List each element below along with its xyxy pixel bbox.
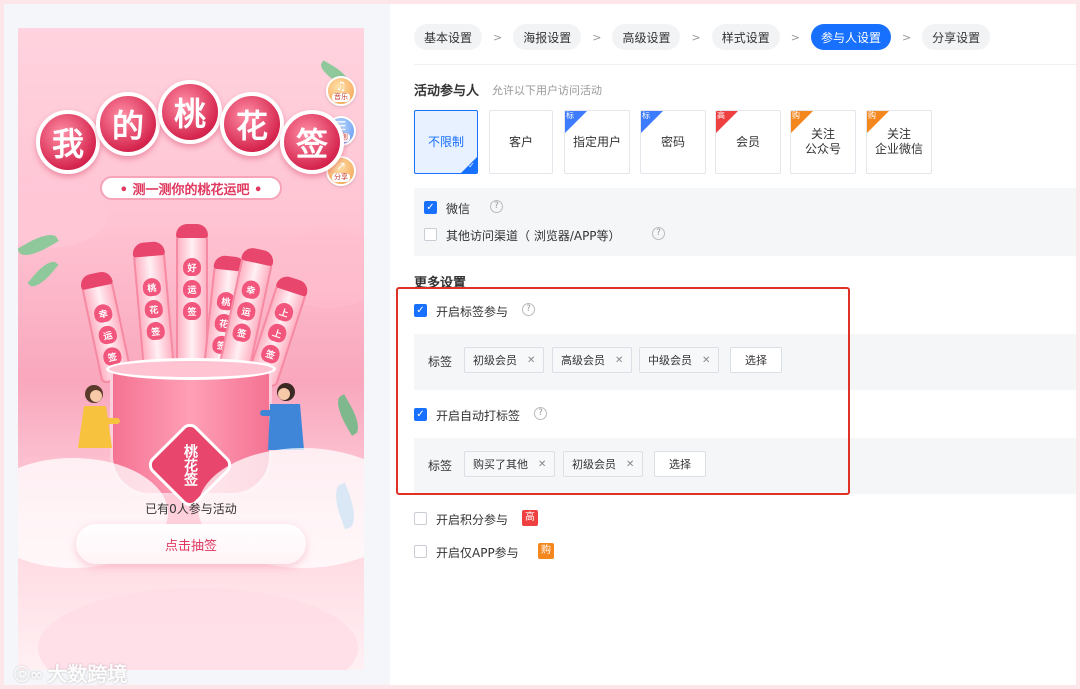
option-specified-user[interactable]: 标 指定用户 xyxy=(564,110,630,174)
option-follow-official-account[interactable]: 购 关注 公众号 xyxy=(790,110,856,174)
stick-char: 运 xyxy=(183,280,201,298)
app-only-label: 开启仅APP参与 xyxy=(436,546,519,560)
corner-text: 标 xyxy=(642,111,650,120)
step-style[interactable]: 样式设置 xyxy=(711,24,780,50)
boy-illustration xyxy=(260,383,304,450)
option-follow-wecom[interactable]: 购 关注 企业微信 xyxy=(866,110,932,174)
stick-char: 签 xyxy=(259,342,282,366)
wechat-checkbox[interactable]: ✓ xyxy=(424,201,437,214)
help-icon[interactable]: ? xyxy=(652,227,665,240)
stick-char: 签 xyxy=(145,321,166,341)
option-label: 不限制 xyxy=(427,134,464,149)
share-icon: ↗ xyxy=(335,159,347,173)
purchase-badge-icon: 购 xyxy=(791,111,813,133)
purchase-badge-icon: 购 xyxy=(867,111,889,133)
corner-text: 购 xyxy=(792,111,800,120)
other-channel-checkbox[interactable] xyxy=(424,228,437,241)
standard-badge-icon: 标 xyxy=(641,111,663,133)
divider xyxy=(414,64,1076,65)
step-advanced[interactable]: 高级设置 xyxy=(612,24,681,50)
participants-count: 已有0人参与活动 xyxy=(145,502,237,516)
stick-char: 上 xyxy=(272,300,296,324)
settings-panel: 基本设置 > 海报设置 > 高级设置 > 样式设置 > 参与人设置 > 分享设置… xyxy=(390,4,1076,685)
step-separator: > xyxy=(493,30,503,44)
preview-column: ♫ 音乐 ☰ 规则 ↗ 分享 我 的 桃 花 签 • 测一测你的桃花运吧 • 幸… xyxy=(4,4,390,687)
step-separator: > xyxy=(790,30,800,44)
stick-char: 运 xyxy=(96,324,119,346)
stick-char: 上 xyxy=(266,321,289,345)
cloud-decoration xyxy=(18,178,108,248)
step-participants[interactable]: 参与人设置 xyxy=(810,24,891,50)
corner-text: 标 xyxy=(566,111,574,120)
stick-char: 签 xyxy=(231,321,253,344)
premium-badge: 高 xyxy=(522,510,538,526)
watermark-text: 大数跨境 xyxy=(47,662,128,686)
step-nav: 基本设置 > 海报设置 > 高级设置 > 样式设置 > 参与人设置 > 分享设置 xyxy=(414,24,991,50)
title-char: 我 xyxy=(36,110,100,174)
step-poster[interactable]: 海报设置 xyxy=(513,24,582,50)
title-char: 的 xyxy=(96,92,160,156)
standard-badge-icon: 标 xyxy=(565,111,587,133)
option-label: 客户 xyxy=(508,134,533,149)
other-channel-label: 其他访问渠道（ 浏览器/APP等） xyxy=(446,229,621,243)
step-separator: > xyxy=(592,30,602,44)
option-password[interactable]: 标 密码 xyxy=(640,110,706,174)
premium-badge-icon: 高 xyxy=(716,111,738,133)
step-separator: > xyxy=(691,30,701,44)
stick-char: 幸 xyxy=(92,302,114,324)
stick-char: 桃 xyxy=(142,277,162,297)
participants-hint: 允许以下用户访问活动 xyxy=(492,84,602,97)
step-separator: > xyxy=(901,30,912,44)
watermark: ⓒ∞ 大数跨境 xyxy=(14,658,127,687)
selected-check-icon: ✓ xyxy=(461,157,477,173)
option-member[interactable]: 高 会员 xyxy=(715,110,781,174)
watermark-logo-icon: ⓒ∞ xyxy=(14,664,44,684)
poster-subtitle: • 测一测你的桃花运吧 • xyxy=(100,176,282,200)
option-unlimited[interactable]: 不限制 ✓ xyxy=(414,110,478,174)
purchase-badge: 购 xyxy=(538,543,554,559)
step-basic[interactable]: 基本设置 xyxy=(414,24,483,50)
help-icon[interactable]: ? xyxy=(490,200,503,213)
option-label: 会员 xyxy=(735,134,760,149)
music-icon: ♫ xyxy=(335,79,347,93)
leaf-decoration xyxy=(331,394,364,436)
leaf-decoration xyxy=(27,257,59,291)
participants-title: 活动参与人 xyxy=(414,84,480,99)
phone-preview: ♫ 音乐 ☰ 规则 ↗ 分享 我 的 桃 花 签 • 测一测你的桃花运吧 • 幸… xyxy=(18,28,364,670)
poster-title: 我 的 桃 花 签 xyxy=(36,80,344,188)
highlight-frame xyxy=(396,287,850,495)
stick-char: 幸 xyxy=(240,278,262,301)
stick-char: 签 xyxy=(183,302,201,320)
corner-text: 购 xyxy=(868,111,876,120)
corner-text: 高 xyxy=(717,111,725,120)
wechat-label: 微信 xyxy=(446,202,471,216)
option-customer[interactable]: 客户 xyxy=(489,110,553,174)
points-join-checkbox[interactable] xyxy=(414,512,427,525)
option-label: 密码 xyxy=(660,134,685,149)
girl-illustration xyxy=(78,385,120,448)
option-label: 指定用户 xyxy=(572,134,621,149)
step-share[interactable]: 分享设置 xyxy=(922,24,991,50)
cup-rim xyxy=(106,358,276,380)
stick-char: 好 xyxy=(183,258,201,276)
title-char: 桃 xyxy=(158,80,222,144)
title-char: 签 xyxy=(280,110,344,174)
points-join-label: 开启积分参与 xyxy=(436,513,509,527)
stick-char: 花 xyxy=(143,299,164,319)
draw-button[interactable]: 点击抽签 xyxy=(76,524,306,564)
title-char: 花 xyxy=(220,92,284,156)
channel-box xyxy=(414,188,1076,256)
stick-char: 运 xyxy=(235,300,258,322)
app-only-checkbox[interactable] xyxy=(414,545,427,558)
